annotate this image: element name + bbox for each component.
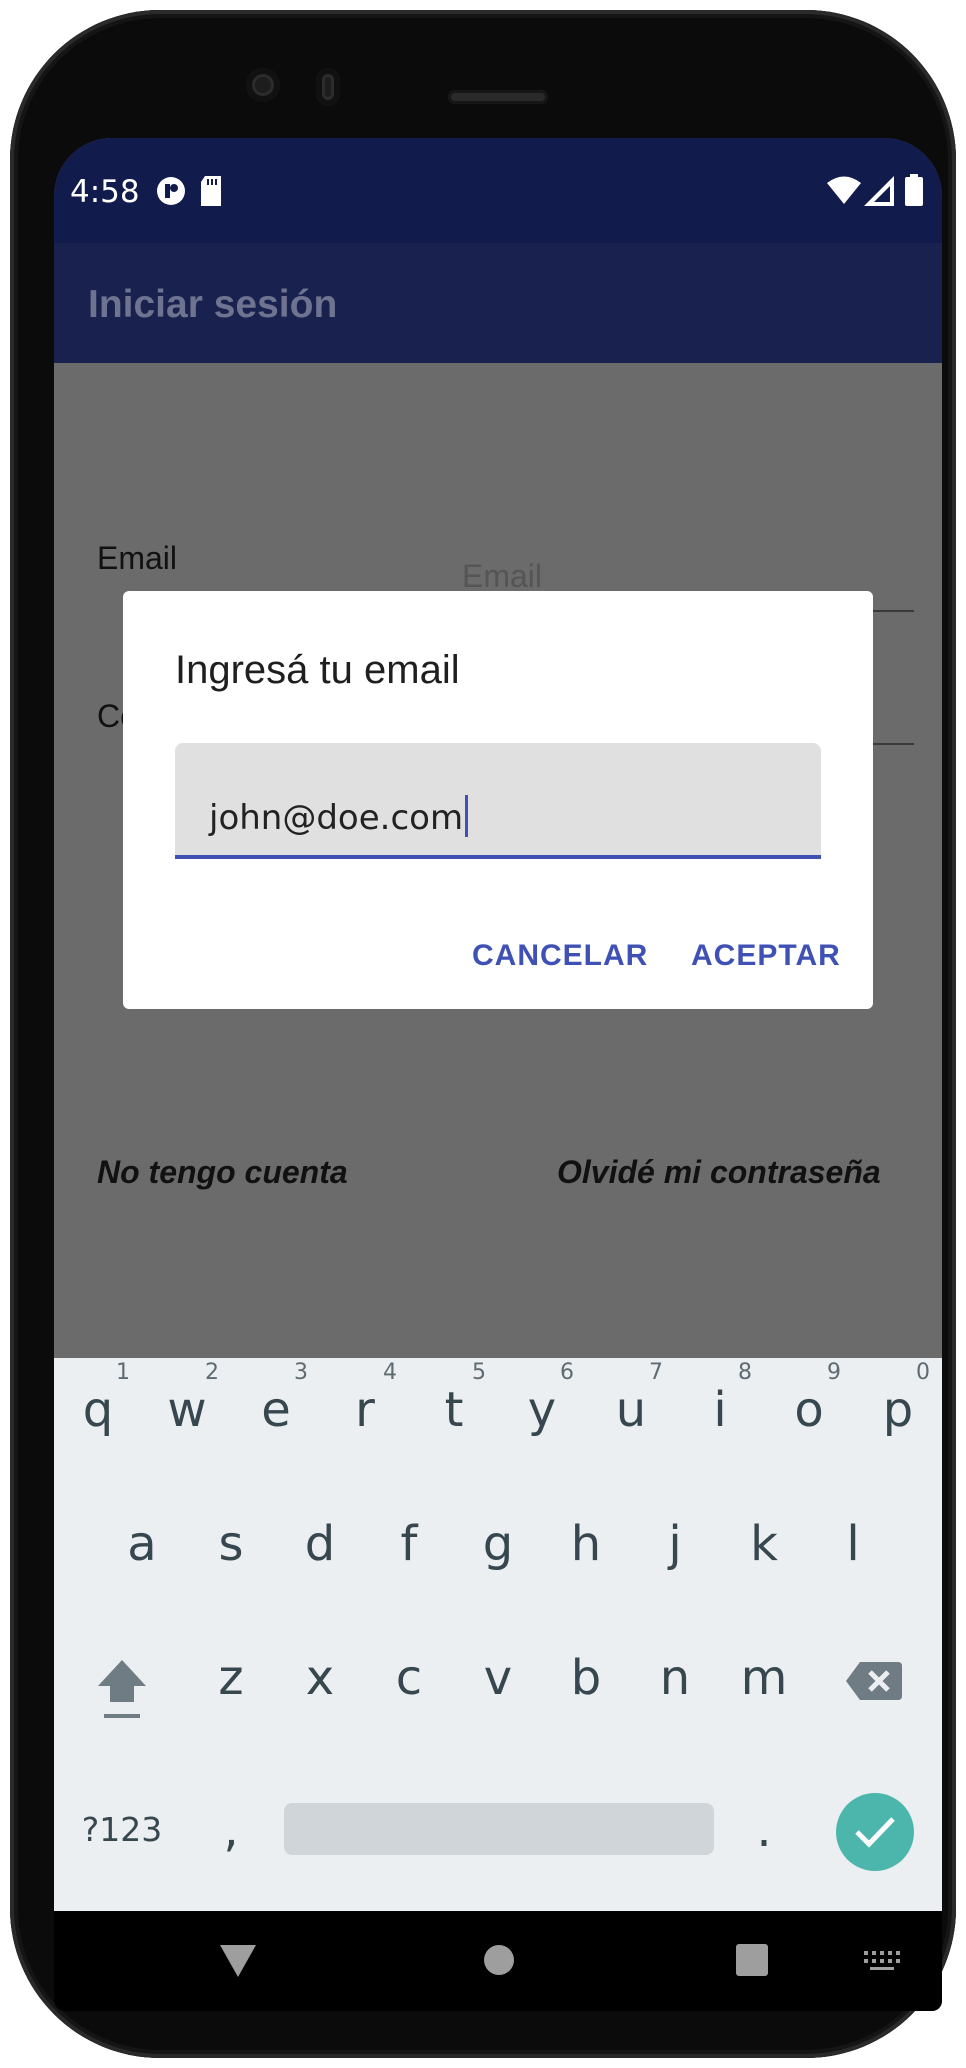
key-v[interactable]: v [454,1626,542,1726]
key-r[interactable]: 4r [321,1358,409,1458]
dialog-email-value: john@doe.com [209,798,464,838]
space-bar[interactable] [284,1803,714,1855]
key-comma[interactable]: , [187,1778,275,1878]
earpiece-speaker [448,90,548,104]
email-label: Email [97,540,178,576]
key-z[interactable]: z [187,1626,275,1726]
status-time: 4:58 [70,174,140,210]
battery-icon [905,174,923,211]
forgot-password-link[interactable]: Olvidé mi contraseña [557,1154,881,1191]
accept-button[interactable]: ACEPTAR [691,939,841,973]
recents-icon[interactable] [736,1944,768,1976]
key-j[interactable]: j [631,1492,719,1592]
backspace-key[interactable] [824,1626,924,1726]
dialog-email-input[interactable]: john@doe.com [175,743,821,859]
signal-icon [864,176,894,211]
key-a[interactable]: a [98,1492,186,1592]
screen: 4:58 Iniciar sesión Email Email Co No te… [54,138,942,2011]
app-bar: Iniciar sesión [54,243,942,363]
key-n[interactable]: n [631,1626,719,1726]
soft-keyboard: 1q 2w 3e 4r 5t 6y 7u 8i 9o 0p a s d f g … [54,1358,942,1911]
wifi-icon [827,176,861,209]
keyboard-switch-icon[interactable] [864,1951,900,1971]
shift-key[interactable] [72,1626,172,1726]
backspace-icon [846,1662,902,1700]
key-i[interactable]: 8i [676,1358,764,1458]
key-m[interactable]: m [720,1626,808,1726]
proximity-sensor [316,68,340,106]
phone-frame: 4:58 Iniciar sesión Email Email Co No te… [10,10,956,2058]
key-w[interactable]: 2w [143,1358,231,1458]
key-e[interactable]: 3e [232,1358,320,1458]
check-icon [855,1817,895,1848]
enter-button[interactable] [836,1793,914,1871]
key-q[interactable]: 1q [54,1358,142,1458]
page-title: Iniciar sesión [88,283,338,326]
cancel-button[interactable]: CANCELAR [472,939,648,973]
key-d[interactable]: d [276,1492,364,1592]
key-s[interactable]: s [187,1492,275,1592]
vpn-icon [156,176,186,211]
home-icon[interactable] [483,1944,515,1976]
key-p[interactable]: 0p [854,1358,942,1458]
status-bar: 4:58 [54,138,942,243]
email-dialog: Ingresá tu email john@doe.com CANCELAR A… [123,591,873,1009]
key-k[interactable]: k [720,1492,808,1592]
front-camera [246,68,280,102]
key-y[interactable]: 6y [498,1358,586,1458]
register-link[interactable]: No tengo cuenta [97,1154,348,1191]
key-g[interactable]: g [454,1492,542,1592]
sd-card-icon [199,176,223,211]
dialog-title: Ingresá tu email [175,648,460,692]
navigation-bar [54,1911,942,2011]
text-cursor [465,795,469,837]
key-u[interactable]: 7u [587,1358,675,1458]
shift-icon [98,1660,146,1718]
key-period[interactable]: . [720,1778,808,1878]
key-b[interactable]: b [542,1626,630,1726]
key-t[interactable]: 5t [410,1358,498,1458]
key-h[interactable]: h [542,1492,630,1592]
key-c[interactable]: c [365,1626,453,1726]
key-l[interactable]: l [809,1492,897,1592]
email-field[interactable]: Email [462,558,542,595]
key-f[interactable]: f [365,1492,453,1592]
symbols-key[interactable]: ?123 [72,1778,172,1878]
key-x[interactable]: x [276,1626,364,1726]
back-icon[interactable] [220,1945,256,1977]
key-o[interactable]: 9o [765,1358,853,1458]
